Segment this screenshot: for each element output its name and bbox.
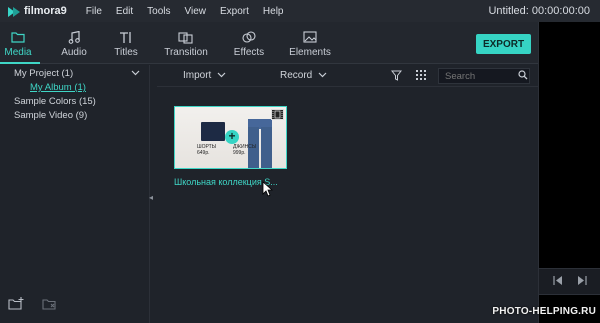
menu-export[interactable]: Export (220, 6, 249, 17)
tab-titles-label: Titles (114, 47, 138, 58)
price-tag-left: ШОРТЫ 649р. (197, 144, 217, 156)
import-label: Import (183, 70, 212, 81)
step-back-icon[interactable] (553, 275, 563, 288)
grid-view-icon[interactable] (416, 70, 427, 84)
media-thumbnail[interactable]: ШОРТЫ 649р. ДЖИНСЫ 999р. + (174, 106, 287, 169)
chevron-down-icon (217, 70, 226, 81)
effects-icon (219, 29, 279, 45)
tree-item-my-album[interactable]: My Album (1) (30, 82, 86, 93)
project-title: Untitled: (488, 5, 529, 17)
import-dropdown[interactable]: Import (183, 70, 226, 81)
app-name: filmora9 (24, 5, 67, 17)
new-folder-icon[interactable] (8, 297, 24, 313)
chevron-down-icon[interactable] (131, 68, 140, 79)
mouse-cursor-icon (262, 181, 274, 200)
image-icon (280, 29, 340, 45)
media-toolbar: Import Record (157, 65, 538, 87)
app-logo: filmora9 (8, 5, 67, 18)
menu-help[interactable]: Help (263, 6, 284, 17)
sidebar-footer (8, 297, 58, 313)
preview-controls (539, 268, 600, 295)
delete-folder-icon[interactable] (42, 297, 58, 313)
filmora-logo-icon (8, 5, 21, 18)
search-input[interactable] (438, 68, 530, 84)
tab-elements[interactable]: Elements (280, 29, 340, 58)
project-title-bar: Untitled: 00:00:00:00 (488, 5, 590, 17)
record-dropdown[interactable]: Record (280, 70, 327, 81)
record-label: Record (280, 70, 313, 81)
tab-elements-label: Elements (289, 47, 331, 58)
menu-bar: filmora9 File Edit Tools View Export Hel… (0, 0, 600, 22)
folder-icon (0, 29, 48, 45)
tree-item-sample-colors[interactable]: Sample Colors (15) (14, 96, 96, 107)
tab-titles[interactable]: Titles (96, 29, 156, 58)
tab-media-label: Media (4, 47, 32, 58)
shorts-image (201, 122, 225, 141)
tab-audio-label: Audio (61, 47, 87, 58)
tab-media[interactable]: Media (0, 29, 48, 64)
text-icon (96, 29, 156, 45)
price-tag-right: ДЖИНСЫ 999р. (233, 144, 257, 156)
menu-edit[interactable]: Edit (116, 6, 133, 17)
video-clip-icon (271, 109, 284, 120)
search-icon[interactable] (518, 70, 528, 83)
export-button[interactable]: EXPORT (476, 34, 531, 54)
timecode: 00:00:00:00 (531, 5, 590, 17)
transition-icon (156, 29, 216, 45)
step-forward-icon[interactable] (577, 275, 587, 288)
menu-tools[interactable]: Tools (147, 6, 170, 17)
tab-transition-label: Transition (164, 47, 208, 58)
add-to-timeline-button[interactable]: + (225, 130, 239, 144)
chevron-down-icon (318, 70, 327, 81)
tab-effects-label: Effects (233, 47, 265, 58)
tree-item-my-project[interactable]: My Project (1) (14, 68, 73, 79)
library-tabs: Media Audio Titles Transition Effects El… (0, 22, 538, 64)
preview-panel (538, 22, 600, 323)
watermark: PHOTO-HELPING.RU (492, 306, 596, 317)
collapse-sidebar-handle[interactable]: ◂ (147, 192, 155, 204)
media-library-panel: Media Audio Titles Transition Effects El… (0, 22, 538, 323)
menu-file[interactable]: File (86, 6, 102, 17)
filter-icon[interactable] (390, 70, 403, 84)
tab-transition[interactable]: Transition (156, 29, 216, 58)
tab-audio[interactable]: Audio (44, 29, 104, 58)
music-note-icon (44, 29, 104, 45)
tree-item-sample-video[interactable]: Sample Video (9) (14, 110, 87, 121)
tab-effects[interactable]: Effects (219, 29, 279, 58)
menu-view[interactable]: View (185, 6, 207, 17)
media-sidebar: My Project (1) My Album (1) Sample Color… (0, 65, 153, 323)
